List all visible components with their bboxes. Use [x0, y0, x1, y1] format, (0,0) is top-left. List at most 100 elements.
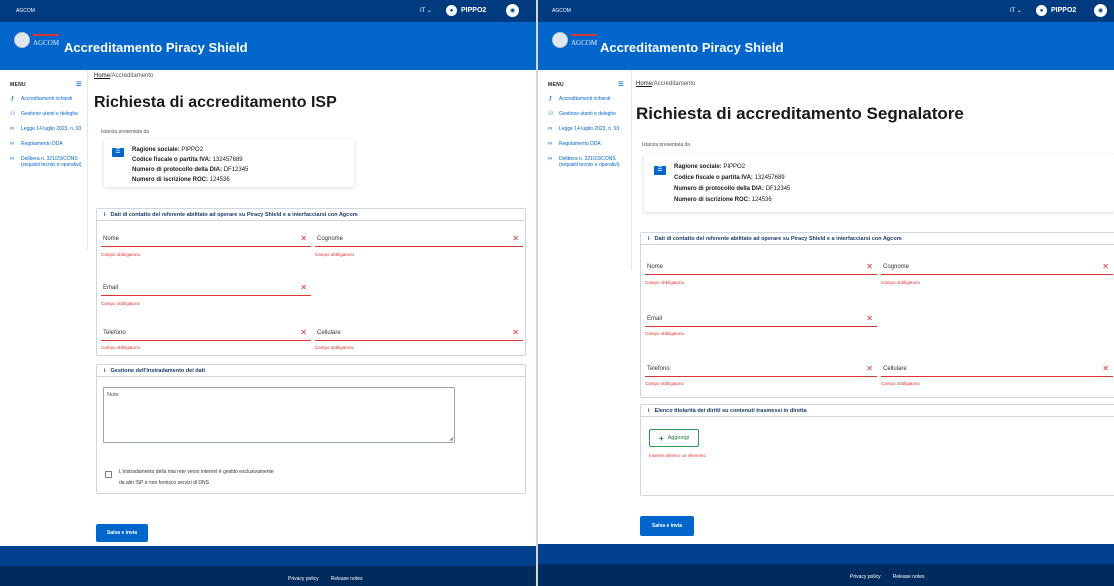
sidebar-item-utenti[interactable]: ⚇ Gestione utenti e deleghe: [548, 111, 620, 117]
topbar-brand[interactable]: AGCOM: [16, 8, 35, 14]
language-selector[interactable]: IT ⌄: [420, 7, 432, 14]
footer: Privacy policy Release notes: [0, 566, 536, 586]
cognome-field[interactable]: Cognome ✕: [881, 259, 1113, 275]
footer: Privacy policy Release notes: [538, 564, 1114, 586]
key-icon: ⚷: [548, 96, 553, 102]
sidebar-menu: ⚷ Accreditamenti richiesti ⚇ Gestione uten…: [10, 96, 82, 177]
contact-section-header: i Dati di contatto del referente abilitat…: [97, 209, 525, 221]
top-bar: AGCOM IT ⌄ ● PIPPO2 ◉: [538, 0, 1114, 22]
breadcrumb-current: /Accreditamento: [652, 81, 696, 87]
hamburger-icon[interactable]: ≡: [618, 79, 624, 90]
breadcrumb: Home/Accreditamento: [636, 81, 695, 87]
page-title: Richiesta di accreditamento Segnalatore: [636, 104, 964, 123]
clear-icon[interactable]: ✕: [866, 314, 873, 323]
cellulare-field[interactable]: Cellulare ✕: [881, 361, 1113, 377]
clear-icon[interactable]: ✕: [866, 364, 873, 373]
nome-field[interactable]: Nome ✕: [645, 259, 877, 275]
cellulare-field[interactable]: Cellulare ✕: [315, 325, 523, 341]
cognome-error: Campo obbligatorio: [881, 280, 921, 285]
sidebar-item-regolamento[interactable]: ∞ Regolamento DDA: [10, 141, 82, 147]
telefono-error: Campo obbligatorio: [101, 345, 141, 350]
topbar-brand[interactable]: AGCOM: [552, 8, 571, 14]
sidebar-item-legge[interactable]: ∞ Legge 14 luglio 2023, n. 93: [548, 126, 620, 132]
info-icon: i: [648, 408, 650, 414]
sidebar-item-accreditamenti[interactable]: ⚷ Accreditamenti richiesti: [548, 96, 620, 102]
chevron-down-icon: ⌄: [1016, 8, 1022, 14]
sidebar-item-utenti[interactable]: ⚇ Gestione utenti e deleghe: [10, 111, 82, 117]
telefono-field[interactable]: Telefono ✕: [101, 325, 311, 341]
release-notes-link[interactable]: Release notes: [331, 576, 363, 582]
note-textarea[interactable]: Note ◢: [103, 387, 455, 443]
link-icon: ∞: [548, 156, 553, 162]
contact-section: i Dati di contatto del referente abilitat…: [640, 232, 1114, 398]
company-info-card: ☰ Ragione sociale: PIPPO2 Codice fiscale…: [644, 154, 1114, 212]
privacy-policy-link[interactable]: Privacy policy: [288, 576, 319, 582]
agcom-logo[interactable]: AGCOM: [14, 32, 60, 48]
email-error: Campo obbligatorio: [645, 331, 685, 336]
plus-icon: +: [658, 433, 664, 443]
clear-icon[interactable]: ✕: [866, 262, 873, 271]
app-header: AGCOM Accreditamento Piracy Shield: [538, 22, 1114, 70]
user-avatar[interactable]: ◉: [506, 4, 519, 17]
id-card-icon: ☰: [112, 148, 124, 157]
sidebar: MENU ≡ ⚷ Accreditamenti richiesti ⚇ Gestio…: [538, 70, 632, 270]
telefono-field[interactable]: Telefono ✕: [645, 361, 877, 377]
sidebar-item-delibera[interactable]: ∞ Delibera n. 321/23/CONS (requisiti tecni…: [548, 156, 620, 168]
user-menu[interactable]: ● PIPPO2: [1036, 5, 1076, 16]
add-button[interactable]: + Aggiungi: [649, 429, 699, 447]
email-error: Campo obbligatorio: [101, 301, 141, 306]
sidebar: MENU ≡ ⚷ Accreditamenti richiesti ⚇ Gestio…: [0, 70, 88, 250]
nome-field[interactable]: Nome ✕: [101, 231, 311, 247]
dns-checkbox-label[interactable]: L'instradamento della mia rete verso int…: [119, 467, 274, 489]
seal-icon: [552, 32, 568, 48]
app-title[interactable]: Accreditamento Piracy Shield: [600, 40, 784, 55]
email-field[interactable]: Email ✕: [101, 280, 311, 296]
app-header: AGCOM Accreditamento Piracy Shield: [0, 22, 536, 70]
cognome-field[interactable]: Cognome ✕: [315, 231, 523, 247]
breadcrumb-home[interactable]: Home: [94, 73, 110, 79]
language-selector[interactable]: IT ⌄: [1010, 7, 1022, 14]
footer-band: [0, 546, 536, 566]
clear-icon[interactable]: ✕: [300, 283, 307, 292]
info-icon: i: [104, 368, 106, 374]
clear-icon[interactable]: ✕: [300, 234, 307, 243]
link-icon: ∞: [10, 141, 15, 147]
breadcrumb-current: /Accreditamento: [110, 73, 154, 79]
hamburger-icon[interactable]: ≡: [76, 79, 82, 90]
user-menu[interactable]: ● PIPPO2: [446, 5, 486, 16]
breadcrumb-home[interactable]: Home: [636, 81, 652, 87]
istanza-label: Istanza presentata da: [101, 129, 150, 135]
contact-section: i Dati di contatto del referente abilitat…: [96, 208, 526, 356]
resize-handle-icon[interactable]: ◢: [449, 436, 453, 442]
sidebar-item-regolamento[interactable]: ∞ Regolamento DDA: [548, 141, 620, 147]
footer-links: Privacy policy Release notes: [850, 574, 925, 580]
sidebar-item-accreditamenti[interactable]: ⚷ Accreditamenti richiesti: [10, 96, 82, 102]
company-info-lines: Ragione sociale: PIPPO2 Codice fiscale o…: [132, 147, 249, 183]
app-title[interactable]: Accreditamento Piracy Shield: [64, 40, 248, 55]
agcom-logo[interactable]: AGCOM: [552, 32, 598, 48]
user-icon: ●: [446, 5, 457, 16]
clear-icon[interactable]: ✕: [512, 328, 519, 337]
rights-section-header: i Elenco titolarità dei diritti su conten…: [641, 405, 1114, 417]
clear-icon[interactable]: ✕: [300, 328, 307, 337]
email-field[interactable]: Email ✕: [645, 311, 877, 327]
save-submit-button[interactable]: Salva e invia: [96, 524, 148, 542]
release-notes-link[interactable]: Release notes: [893, 574, 925, 580]
add-error: Inserire almeno un elemento: [649, 453, 707, 458]
footer-links: Privacy policy Release notes: [288, 576, 363, 582]
clear-icon[interactable]: ✕: [1102, 364, 1109, 373]
key-icon: ⚷: [10, 96, 15, 102]
privacy-policy-link[interactable]: Privacy policy: [850, 574, 881, 580]
clear-icon[interactable]: ✕: [1102, 262, 1109, 271]
save-submit-button[interactable]: Salva e invia: [640, 516, 694, 536]
user-avatar[interactable]: ◉: [1094, 4, 1107, 17]
users-icon: ⚇: [548, 111, 554, 117]
sidebar-item-delibera[interactable]: ∞ Delibera n. 321/23/CONS (requisiti tecni…: [10, 156, 82, 168]
clear-icon[interactable]: ✕: [512, 234, 519, 243]
panel-isp: AGCOM IT ⌄ ● PIPPO2 ◉ AGCOM Accreditamen…: [0, 0, 536, 586]
info-icon: i: [648, 236, 650, 242]
sidebar-item-legge[interactable]: ∞ Legge 14 luglio 2023, n. 93: [10, 126, 82, 132]
users-icon: ⚇: [10, 111, 16, 117]
dns-checkbox[interactable]: [105, 471, 112, 478]
link-icon: ∞: [10, 126, 15, 132]
